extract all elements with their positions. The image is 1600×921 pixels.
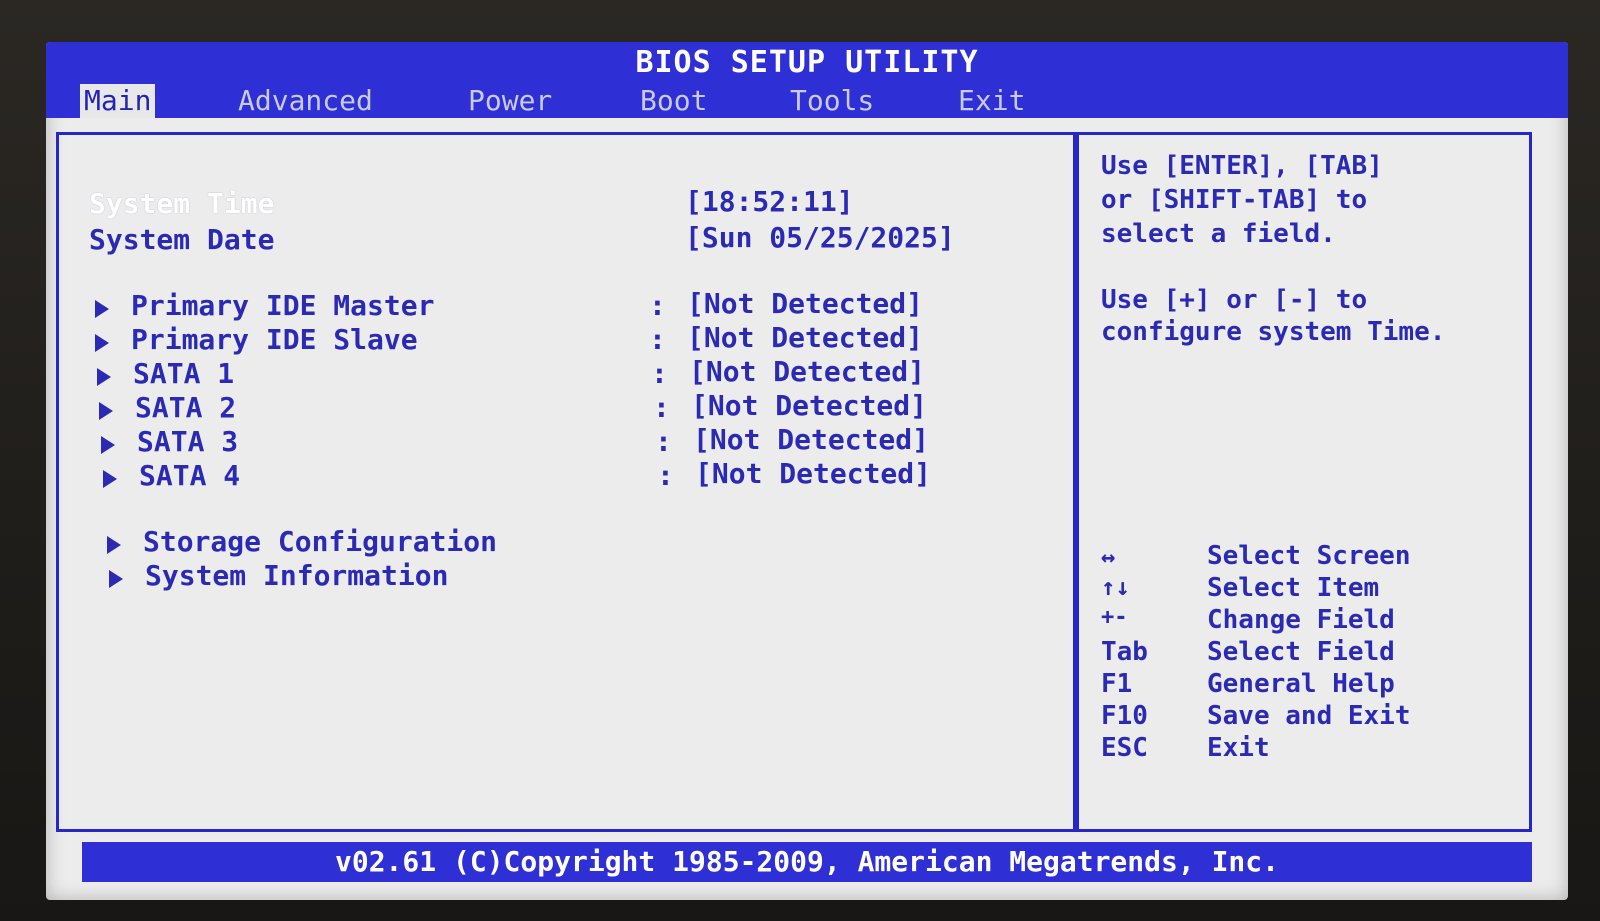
help-line: select a field.: [1101, 219, 1336, 249]
device-value: [Not Detected]: [695, 457, 932, 490]
submenu-label: System Information: [145, 559, 449, 592]
system-time-label[interactable]: System Time: [89, 187, 274, 220]
key-desc: Select Item: [1207, 573, 1380, 603]
help-line: or [SHIFT-TAB] to: [1101, 185, 1368, 215]
menu-bar: Main Advanced Power Boot Tools Exit: [46, 84, 1568, 118]
tab-power[interactable]: Power: [464, 84, 556, 118]
key-desc: Exit: [1207, 733, 1270, 763]
device-separator: :: [649, 323, 666, 356]
plus-minus-icon: +-: [1101, 605, 1128, 630]
tab-main[interactable]: Main: [80, 84, 156, 118]
device-label: SATA 1: [133, 357, 235, 390]
device-separator: :: [655, 425, 672, 458]
device-value: [Not Detected]: [693, 423, 930, 456]
device-label: SATA 3: [137, 425, 239, 458]
help-line: Use [+] or [-] to: [1101, 285, 1368, 315]
system-date-value[interactable]: [Sun 05/25/2025]: [685, 221, 955, 254]
submenu-arrow-icon: [101, 436, 115, 454]
up-down-arrow-icon: ↑↓: [1101, 573, 1130, 601]
left-right-arrow-icon: ↔: [1101, 543, 1116, 571]
submenu-arrow-icon: [109, 570, 123, 588]
system-time-value[interactable]: [18:52:11]: [685, 185, 854, 218]
device-separator: :: [649, 289, 666, 322]
key-name: Tab: [1101, 637, 1148, 667]
device-value: [Not Detected]: [689, 355, 926, 388]
bios-screen: BIOS SETUP UTILITY Main Advanced Power B…: [46, 42, 1568, 900]
help-panel: Use [ENTER], [TAB] or [SHIFT-TAB] to sel…: [1076, 132, 1532, 832]
submenu-arrow-icon: [95, 300, 109, 318]
tab-exit[interactable]: Exit: [954, 84, 1029, 118]
key-desc: Change Field: [1207, 605, 1395, 635]
submenu-arrow-icon: [97, 368, 111, 386]
device-label: Primary IDE Slave: [131, 323, 418, 356]
title-bar: BIOS SETUP UTILITY: [46, 42, 1568, 84]
submenu-arrow-icon: [103, 470, 117, 488]
key-name: F1: [1101, 669, 1133, 699]
help-line: Use [ENTER], [TAB]: [1101, 151, 1383, 181]
key-desc: Select Screen: [1207, 541, 1411, 571]
main-panel: System Time [18:52:11] System Date [Sun …: [56, 132, 1076, 832]
submenu-label: Storage Configuration: [143, 525, 498, 558]
tab-boot[interactable]: Boot: [636, 84, 711, 118]
key-name: F10: [1101, 701, 1148, 731]
device-value: [Not Detected]: [687, 321, 924, 354]
copyright-text: v02.61 (C)Copyright 1985-2009, American …: [334, 845, 1279, 878]
window-title: BIOS SETUP UTILITY: [635, 45, 979, 80]
device-separator: :: [651, 357, 668, 390]
system-date-label[interactable]: System Date: [89, 223, 274, 256]
submenu-arrow-icon: [95, 334, 109, 352]
copyright-bar: v02.61 (C)Copyright 1985-2009, American …: [82, 842, 1532, 882]
device-separator: :: [653, 391, 670, 424]
device-label: Primary IDE Master: [131, 289, 435, 322]
device-value: [Not Detected]: [691, 389, 928, 422]
tab-tools[interactable]: Tools: [786, 84, 878, 118]
key-desc: Save and Exit: [1207, 701, 1411, 731]
key-name: ESC: [1101, 733, 1148, 763]
submenu-arrow-icon: [107, 536, 121, 554]
device-separator: :: [657, 459, 674, 492]
help-line: configure system Time.: [1101, 317, 1446, 347]
tab-advanced[interactable]: Advanced: [234, 84, 377, 118]
device-label: SATA 4: [139, 459, 241, 492]
device-value: [Not Detected]: [687, 287, 924, 320]
key-desc: Select Field: [1207, 637, 1395, 667]
device-label: SATA 2: [135, 391, 237, 424]
key-desc: General Help: [1207, 669, 1395, 699]
submenu-arrow-icon: [99, 402, 113, 420]
